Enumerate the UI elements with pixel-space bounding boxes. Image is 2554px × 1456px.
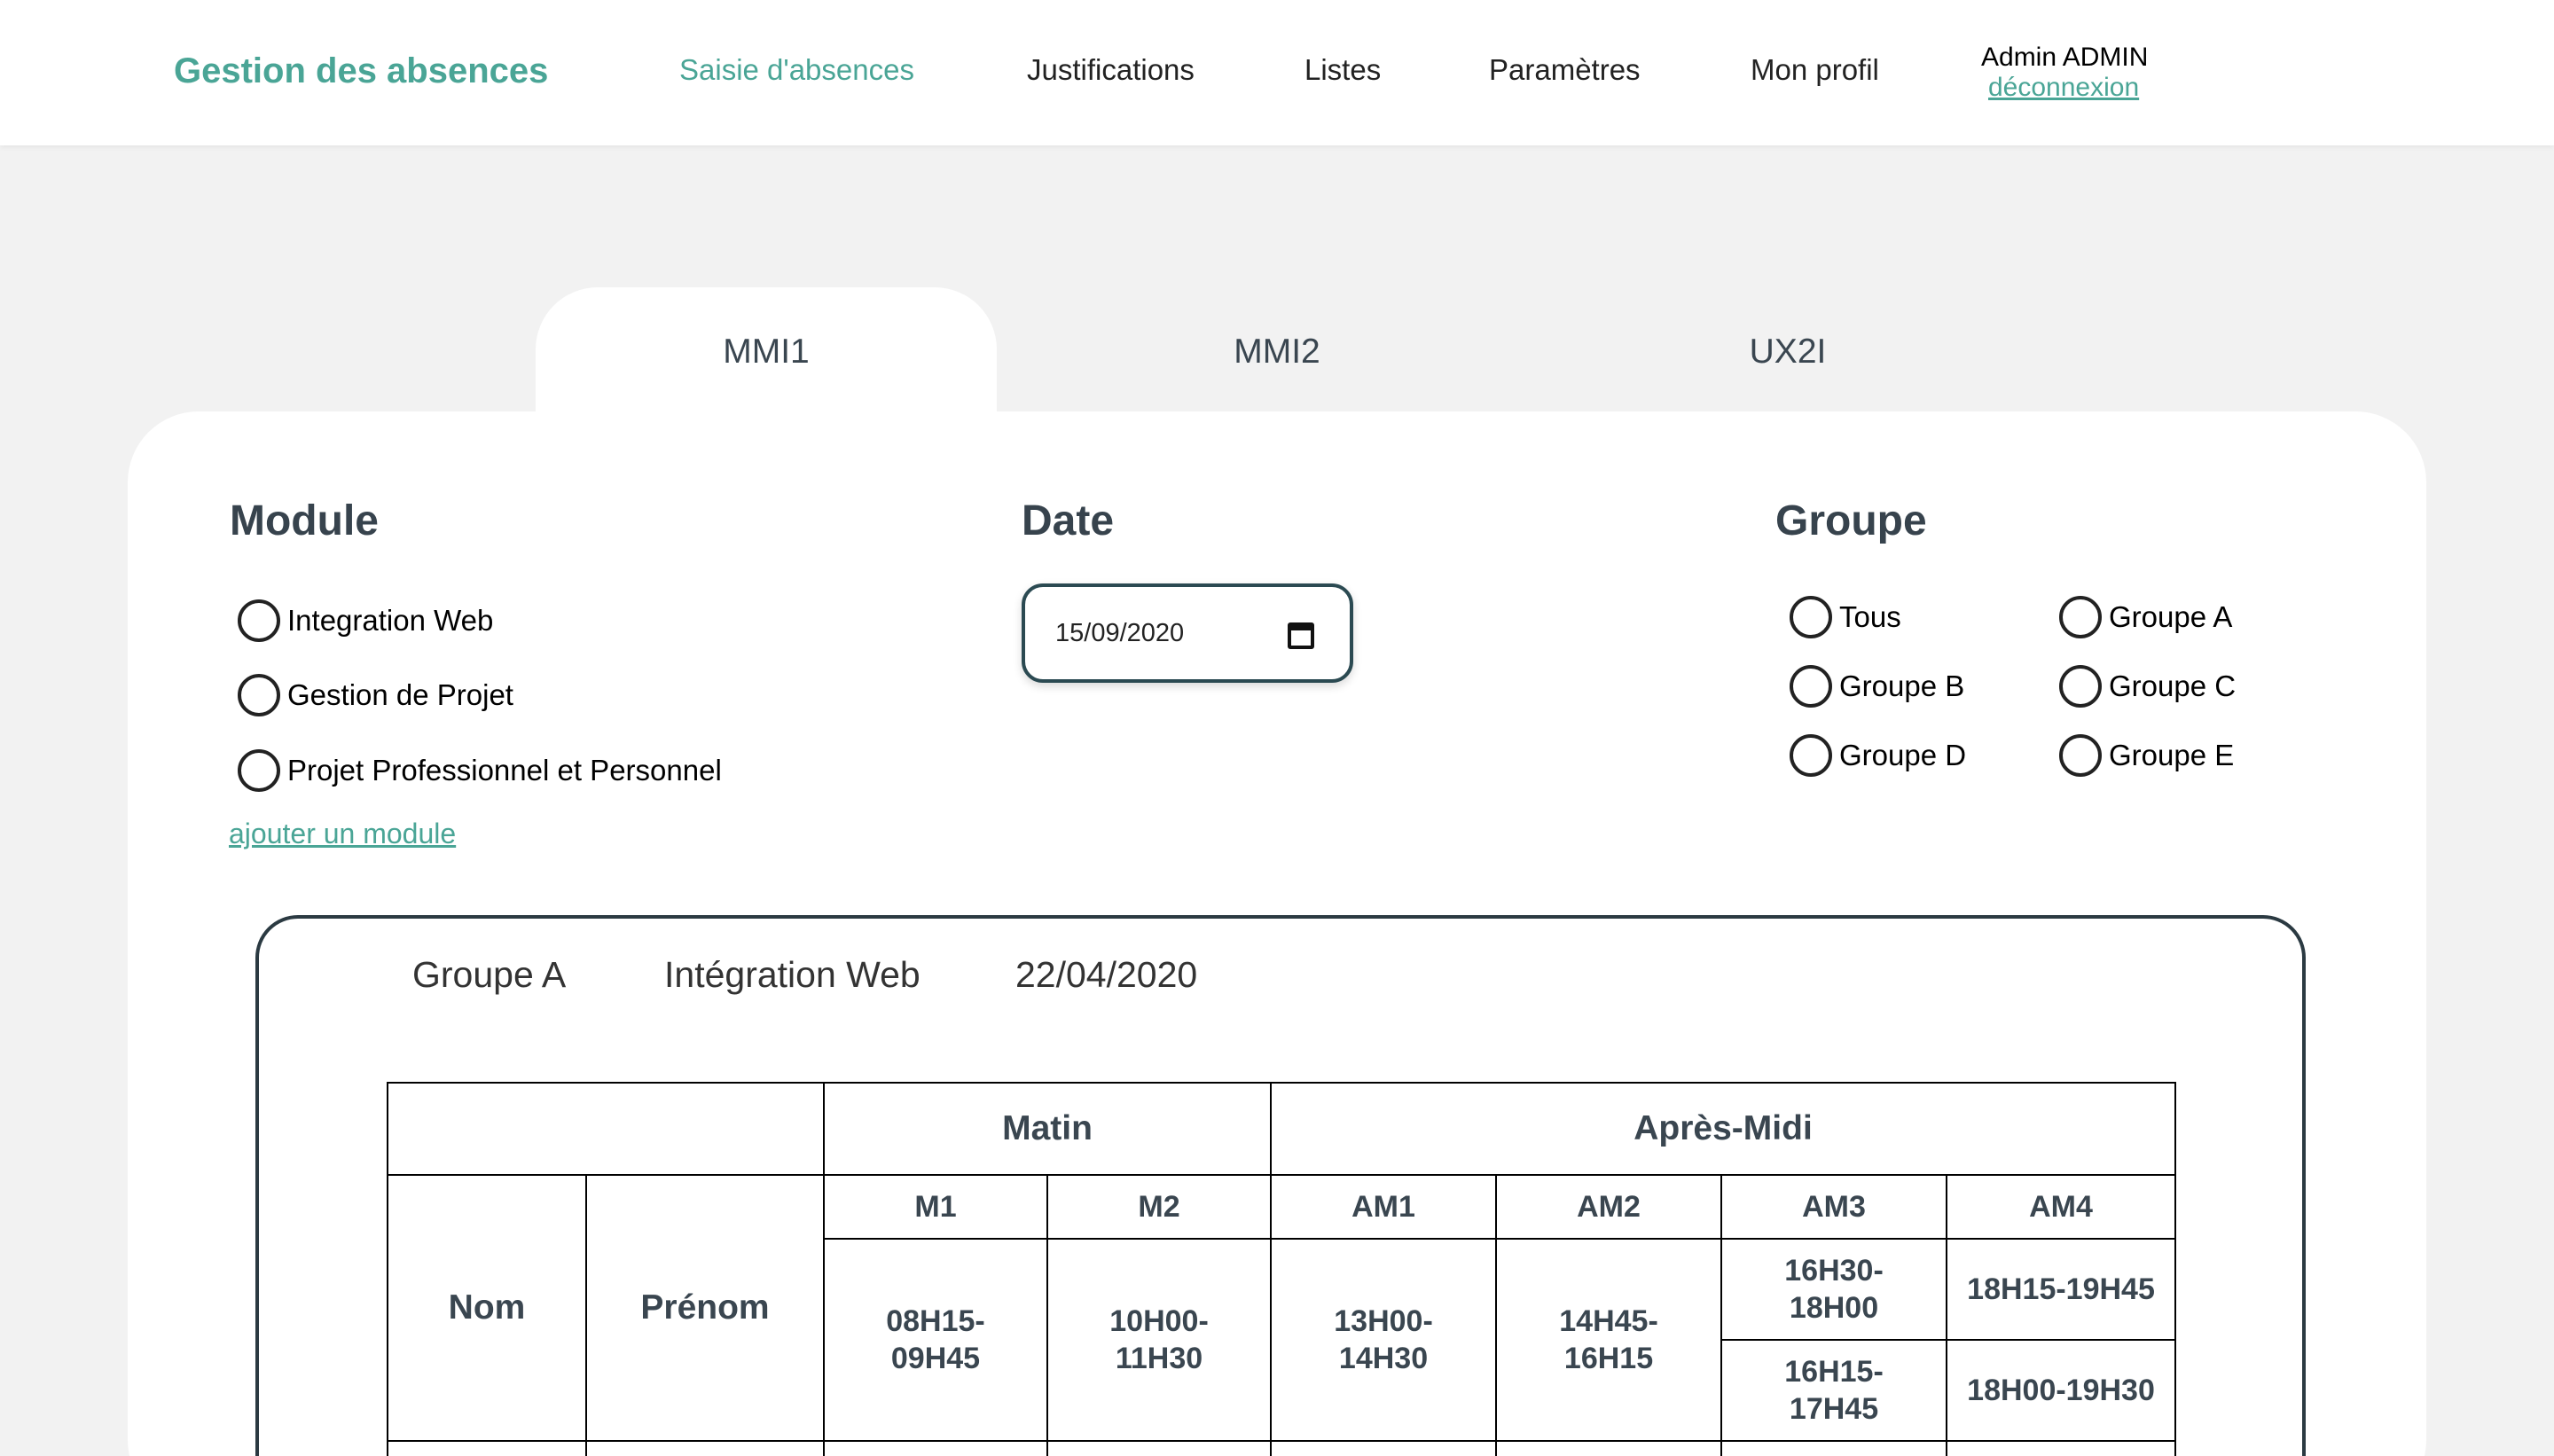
radio-button[interactable]: [2059, 734, 2102, 777]
time-start: 16H30-: [1784, 1254, 1884, 1288]
slot-m1: M1: [823, 1174, 1048, 1240]
time-m2: 10H00- 11H30: [1046, 1238, 1273, 1442]
table-cell: [1046, 1440, 1273, 1456]
radio-button[interactable]: [238, 599, 280, 642]
module-option-integration-web[interactable]: Integration Web: [238, 599, 493, 642]
radio-button[interactable]: [1790, 596, 1832, 638]
time-start: 13H00-: [1334, 1304, 1433, 1338]
time-am3-second: 16H15- 17H45: [1720, 1339, 1948, 1442]
slot-am2: AM2: [1495, 1174, 1723, 1240]
time-m1: 08H15- 09H45: [823, 1238, 1048, 1442]
time-end: 09H45: [890, 1342, 981, 1375]
matin-header: Matin: [822, 1082, 1273, 1176]
time-end: 18H00: [1789, 1291, 1879, 1325]
attendance-table: Matin Après-Midi Nom Prénom M1 M2 AM1 AM…: [387, 1082, 2177, 1456]
logout-link[interactable]: déconnexion: [1988, 73, 2139, 103]
radio-button[interactable]: [1790, 665, 1832, 708]
groupe-option-d[interactable]: Groupe D: [1790, 734, 1966, 777]
table-cell: [1495, 1440, 1723, 1456]
groupe-option-tous[interactable]: Tous: [1790, 596, 1901, 638]
table-corner-cell: [387, 1082, 825, 1176]
apres-midi-header: Après-Midi: [1270, 1082, 2177, 1176]
radio-button[interactable]: [1790, 734, 1832, 777]
tab-mmi2[interactable]: MMI2: [1046, 287, 1508, 429]
summary-group: Groupe A: [412, 954, 567, 995]
slot-am3: AM3: [1720, 1174, 1948, 1240]
top-header: Gestion des absences Saisie d'absences J…: [0, 0, 2554, 145]
module-option-ppp[interactable]: Projet Professionnel et Personnel: [238, 749, 722, 792]
nav-mon-profil[interactable]: Mon profil: [1751, 53, 1879, 87]
time-end: 14H30: [1338, 1342, 1429, 1375]
nav-saisie-absences[interactable]: Saisie d'absences: [679, 53, 914, 87]
groupe-option-label: Groupe A: [2109, 600, 2233, 633]
time-end: 16H15: [1563, 1342, 1654, 1375]
prenom-header: Prénom: [585, 1174, 825, 1442]
date-field[interactable]: 15/09/2020: [1022, 583, 1353, 683]
radio-button[interactable]: [2059, 665, 2102, 708]
summary-date: 22/04/2020: [1015, 954, 1198, 995]
radio-button[interactable]: [2059, 596, 2102, 638]
date-title: Date: [1022, 497, 1115, 544]
groupe-title: Groupe: [1775, 497, 1927, 544]
time-am4-first: 18H15-19H45: [1946, 1238, 2177, 1341]
add-module-link[interactable]: ajouter un module: [229, 818, 456, 850]
table-cell: [585, 1440, 825, 1456]
table-cell: [1720, 1440, 1948, 1456]
slot-m2: M2: [1046, 1174, 1273, 1240]
time-start: 16H15-: [1784, 1355, 1884, 1389]
time-am2: 14H45- 16H15: [1495, 1238, 1723, 1442]
app-brand[interactable]: Gestion des absences: [174, 51, 548, 91]
module-option-label: Integration Web: [287, 604, 494, 637]
groupe-option-label: Groupe D: [1839, 739, 1967, 771]
nav-listes[interactable]: Listes: [1304, 53, 1381, 87]
slot-am4: AM4: [1946, 1174, 2177, 1240]
groupe-option-a[interactable]: Groupe A: [2059, 596, 2232, 638]
time-end: 17H45: [1789, 1392, 1879, 1426]
tab-mmi1[interactable]: MMI1: [536, 287, 997, 429]
module-option-label: Projet Professionnel et Personnel: [287, 754, 722, 787]
table-cell: [387, 1440, 587, 1456]
groupe-option-label: Tous: [1839, 600, 1901, 633]
radio-button[interactable]: [238, 749, 280, 792]
table-cell: [823, 1440, 1048, 1456]
summary-module: Intégration Web: [664, 954, 921, 995]
time-am3-first: 16H30- 18H00: [1720, 1238, 1948, 1341]
user-name: Admin ADMIN: [1981, 43, 2149, 72]
calendar-icon[interactable]: [1288, 622, 1314, 649]
time-start: 08H15-: [886, 1304, 985, 1338]
nom-header: Nom: [387, 1174, 587, 1442]
time-start: 14H45-: [1559, 1304, 1658, 1338]
groupe-option-e[interactable]: Groupe E: [2059, 734, 2234, 777]
time-start: 10H00-: [1109, 1304, 1209, 1338]
groupe-option-label: Groupe B: [1839, 669, 1965, 702]
groupe-option-label: Groupe C: [2109, 669, 2237, 702]
nav-justifications[interactable]: Justifications: [1027, 53, 1195, 87]
groupe-option-c[interactable]: Groupe C: [2059, 665, 2236, 708]
groupe-option-b[interactable]: Groupe B: [1790, 665, 1964, 708]
slot-am1: AM1: [1270, 1174, 1498, 1240]
groupe-option-label: Groupe E: [2109, 739, 2235, 771]
table-cell: [1946, 1440, 2177, 1456]
radio-button[interactable]: [238, 674, 280, 716]
nav-parametres[interactable]: Paramètres: [1489, 53, 1641, 87]
time-end: 11H30: [1115, 1342, 1203, 1375]
module-title: Module: [230, 497, 379, 544]
time-am4-second: 18H00-19H30: [1946, 1339, 2177, 1442]
time-am1: 13H00- 14H30: [1270, 1238, 1498, 1442]
module-option-label: Gestion de Projet: [287, 678, 513, 711]
table-cell: [1270, 1440, 1498, 1456]
tab-ux2i[interactable]: UX2I: [1557, 287, 2018, 429]
date-value: 15/09/2020: [1055, 618, 1185, 647]
module-option-gestion-projet[interactable]: Gestion de Projet: [238, 674, 513, 716]
